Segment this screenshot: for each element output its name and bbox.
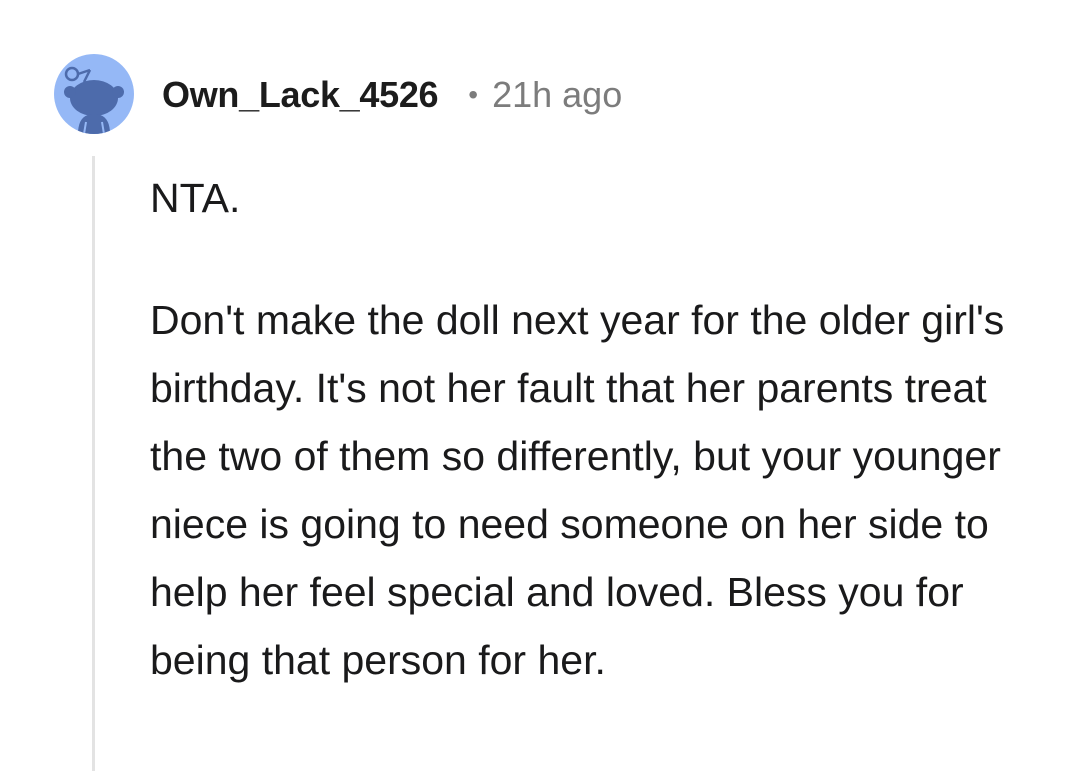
comment: Own_Lack_4526 • 21h ago NTA. Don't make … <box>0 0 1079 771</box>
timestamp: 21h ago <box>492 74 623 115</box>
reddit-snoo-avatar-icon <box>64 66 124 134</box>
username-link[interactable]: Own_Lack_4526 <box>162 74 439 116</box>
comment-body: NTA. Don't make the doll next year for t… <box>150 164 1050 694</box>
meta-separator: • <box>468 79 479 110</box>
comment-paragraph: NTA. <box>150 175 241 221</box>
thread-collapse-line[interactable] <box>92 156 95 771</box>
avatar[interactable] <box>54 54 134 134</box>
comment-paragraph: Don't make the doll next year for the ol… <box>150 297 1005 683</box>
comment-meta: Own_Lack_4526 • 21h ago <box>162 72 622 118</box>
